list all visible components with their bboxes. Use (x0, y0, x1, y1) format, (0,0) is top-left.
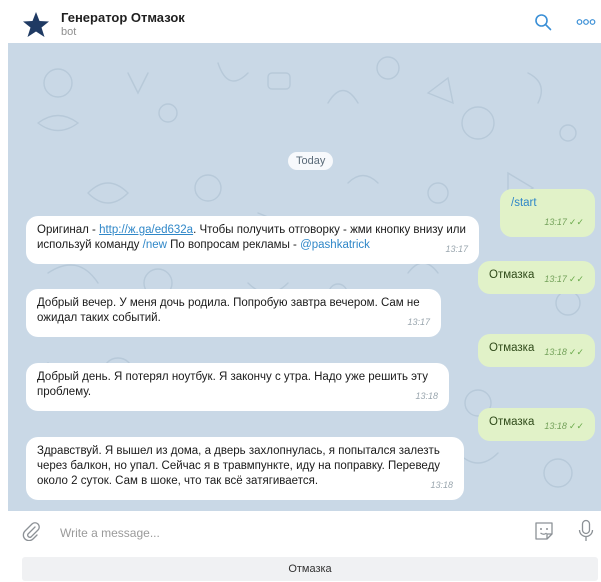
double-check-icon: ✓✓ (568, 421, 584, 431)
search-icon[interactable] (534, 13, 552, 31)
message-time: 13:18 ✓✓ (544, 419, 584, 434)
message-incoming[interactable]: Добрый вечер. У меня дочь родила. Попроб… (26, 289, 441, 337)
message-time: 13:17 (445, 244, 468, 254)
message-text: Отмазка (489, 416, 535, 428)
message-text: Здравствуй. Я вышел из дома, а дверь зах… (37, 445, 441, 487)
message-time-value: 13:17 (544, 274, 567, 284)
message-text: Добрый день. Я потерял ноутбук. Я законч… (37, 371, 428, 398)
message-text: Отмазка (489, 342, 535, 354)
double-check-icon: ✓✓ (568, 347, 584, 357)
message-text: Отмазка (489, 269, 535, 281)
message-outgoing[interactable]: Отмазка 13:17 ✓✓ (478, 261, 595, 294)
telegram-window: Генератор Отмазок bot Today /start 13:17… (0, 0, 601, 582)
message-time-value: 13:18 (544, 347, 567, 357)
double-check-icon: ✓✓ (568, 217, 584, 227)
message-time: 13:17 ✓✓ (544, 272, 584, 287)
command-link[interactable]: /start (511, 197, 537, 209)
more-icon[interactable] (576, 17, 596, 27)
message-link[interactable]: http://ж.ga/ed632a (99, 224, 193, 236)
message-time: 13:17 (407, 317, 430, 327)
message-time-value: 13:17 (544, 217, 567, 227)
message-time: 13:18 (415, 391, 438, 401)
star-icon[interactable] (22, 11, 50, 39)
message-outgoing[interactable]: /start 13:17 ✓✓ (500, 189, 595, 237)
message-incoming[interactable]: Здравствуй. Я вышел из дома, а дверь зах… (26, 437, 464, 500)
paperclip-icon[interactable] (21, 521, 41, 541)
double-check-icon: ✓✓ (568, 274, 584, 284)
chat-title[interactable]: Генератор Отмазок (61, 10, 185, 25)
message-incoming[interactable]: Добрый день. Я потерял ноутбук. Я законч… (26, 363, 449, 411)
message-input[interactable] (60, 524, 500, 542)
message-outgoing[interactable]: Отмазка 13:18 ✓✓ (478, 334, 595, 367)
message-list[interactable]: Today /start 13:17 ✓✓ Оригинал - http://ж… (8, 43, 601, 511)
chat-subtitle: bot (61, 26, 77, 38)
message-text: По вопросам рекламы - (166, 239, 301, 251)
keyboard-button-otmazka[interactable]: Отмазка (22, 557, 598, 581)
sticker-icon[interactable] (533, 520, 555, 542)
message-outgoing[interactable]: Отмазка 13:18 ✓✓ (478, 408, 595, 441)
message-time: 13:18 ✓✓ (544, 345, 584, 360)
message-text: Добрый вечер. У меня дочь родила. Попроб… (37, 297, 420, 324)
message-time-value: 13:18 (544, 421, 567, 431)
microphone-icon[interactable] (578, 519, 594, 543)
command-link[interactable]: /new (143, 239, 167, 251)
message-incoming[interactable]: Оригинал - http://ж.ga/ed632a. Чтобы пол… (26, 216, 479, 264)
message-time: 13:17 ✓✓ (544, 215, 584, 230)
mention-link[interactable]: @pashkatrick (300, 239, 370, 251)
message-text: Оригинал - (37, 224, 100, 236)
chat-header: Генератор Отмазок bot (0, 0, 601, 43)
message-time: 13:18 (430, 480, 453, 490)
date-separator: Today (288, 152, 334, 170)
